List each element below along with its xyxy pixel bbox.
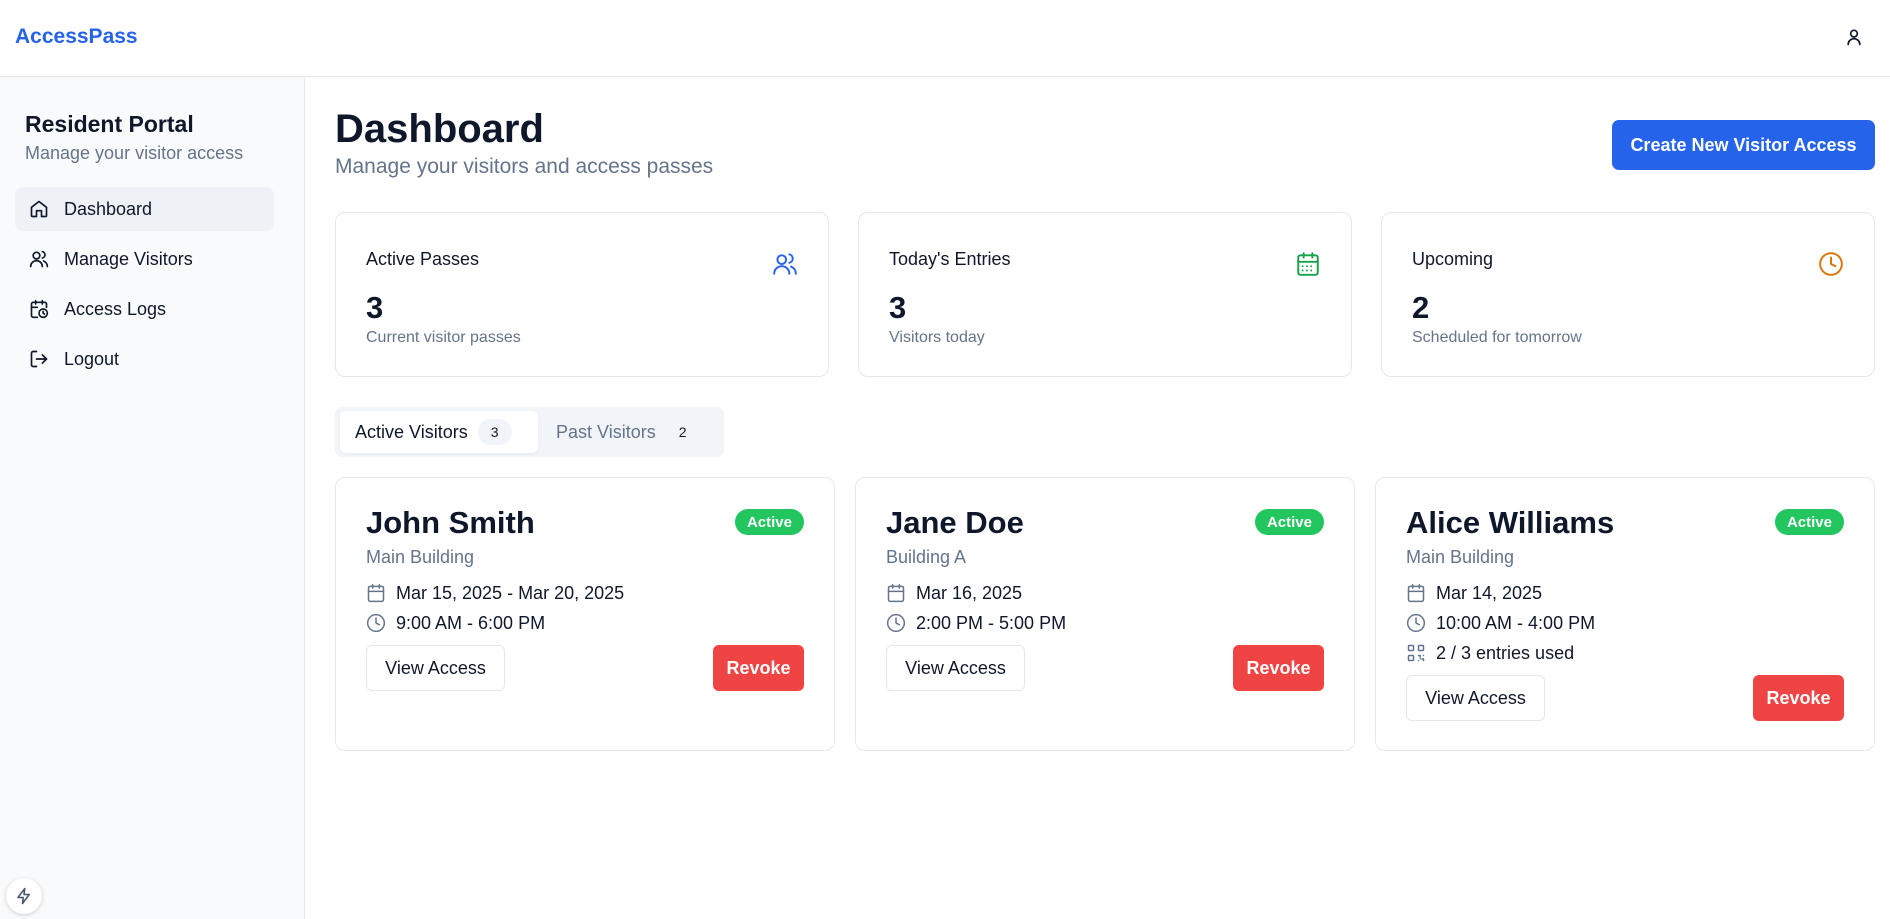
stat-description: Current visitor passes [366,329,521,346]
sidebar: Resident Portal Manage your visitor acce… [0,77,305,919]
sidebar-item-label: Dashboard [64,198,153,219]
stat-description: Visitors today [889,329,985,346]
visitor-card: John Smith Main Building Active Mar 15, … [335,477,835,751]
page-title: Dashboard [335,107,544,151]
tab-count-badge: 3 [477,419,512,445]
user-icon[interactable] [1842,24,1866,50]
sidebar-item-label: Manage Visitors [64,248,193,269]
home-icon [30,200,48,218]
sidebar-subtitle: Manage your visitor access [25,143,244,163]
tab-count-badge: 2 [678,424,687,440]
sidebar-title: Resident Portal [25,111,194,137]
bolt-icon[interactable] [6,878,42,914]
status-badge: Active [1254,509,1324,535]
tab-label: Active Visitors [355,421,468,442]
sidebar-item-access-logs[interactable]: Access Logs [15,287,274,331]
visitor-location: Building A [886,547,967,567]
visitor-name: John Smith [366,505,535,540]
visitor-name: Jane Doe [886,505,1024,540]
page-subtitle: Manage your visitors and access passes [335,155,714,178]
sidebar-item-label: Access Logs [64,298,167,319]
stat-label: Today's Entries [889,249,1011,269]
calendar-icon [367,583,385,603]
clock-icon [1819,252,1843,276]
stat-card-active-passes: Active Passes 3 Current visitor passes [335,212,829,377]
sidebar-item-logout[interactable]: Logout [15,337,274,381]
revoke-button[interactable]: Revoke [713,645,804,691]
visitor-entries-row: 2 / 3 entries used [1406,641,1574,665]
status-badge: Active [1774,509,1844,535]
stat-value: 3 [366,290,384,325]
status-badge: Active [734,509,804,535]
visitor-date-row: Mar 15, 2025 - Mar 20, 2025 [366,581,624,605]
users-icon [773,253,797,275]
brand-logo[interactable]: AccessPass [15,25,138,49]
clock-icon [1406,613,1426,633]
calendar-clock-icon [30,299,49,319]
stat-card-todays-entries: Today's Entries 3 Visitors today [858,212,1352,377]
visitor-time-row: 9:00 AM - 6:00 PM [366,611,545,635]
stat-label: Upcoming [1412,249,1494,269]
calendar-icon [1407,583,1425,603]
visitor-card: Jane Doe Building A Active Mar 16, 2025 … [855,477,1355,751]
visitor-time-row: 10:00 AM - 4:00 PM [1406,611,1595,635]
revoke-button[interactable]: Revoke [1753,675,1844,721]
stat-value: 3 [889,290,907,325]
users-icon [29,250,49,268]
sidebar-item-dashboard[interactable]: Dashboard [15,187,274,231]
clock-icon [366,613,386,633]
view-access-button[interactable]: View Access [1406,675,1545,721]
visitor-date-row: Mar 16, 2025 [886,581,1022,605]
sidebar-item-label: Logout [64,348,120,369]
stat-value: 2 [1412,290,1430,325]
tab-label: Past Visitors [556,421,656,442]
visitor-time-row: 2:00 PM - 5:00 PM [886,611,1066,635]
view-access-button[interactable]: View Access [886,645,1025,691]
clock-icon [886,613,906,633]
visitor-location: Main Building [366,547,475,567]
qr-code-icon [1407,644,1425,662]
top-bar: AccessPass [0,0,1890,77]
stat-label: Active Passes [366,249,480,269]
logout-icon [30,350,48,368]
calendar-icon [887,583,905,603]
visitor-time: 10:00 AM - 4:00 PM [1436,612,1596,633]
visitor-location: Main Building [1406,547,1515,567]
visitor-entries: 2 / 3 entries used [1436,642,1575,663]
visitor-date: Mar 15, 2025 - Mar 20, 2025 [396,582,625,603]
visitor-time: 9:00 AM - 6:00 PM [396,612,546,633]
revoke-button[interactable]: Revoke [1233,645,1324,691]
visitor-date-row: Mar 14, 2025 [1406,581,1542,605]
visitor-date: Mar 16, 2025 [916,582,1023,603]
sidebar-nav: Dashboard Manage Visitors Access Logs Lo… [15,187,274,387]
visitor-tabs: Active Visitors 3 Past Visitors 2 [335,407,724,457]
calendar-icon [1297,252,1319,276]
visitor-time: 2:00 PM - 5:00 PM [916,612,1067,633]
visitor-name: Alice Williams [1406,505,1615,540]
tab-active-visitors[interactable]: Active Visitors 3 [340,411,538,453]
stat-description: Scheduled for tomorrow [1412,329,1582,346]
visitor-date: Mar 14, 2025 [1436,582,1543,603]
tab-past-visitors[interactable]: Past Visitors 2 [538,411,718,453]
visitor-card: Alice Williams Main Building Active Mar … [1375,477,1875,751]
stat-card-upcoming: Upcoming 2 Scheduled for tomorrow [1381,212,1875,377]
view-access-button[interactable]: View Access [366,645,505,691]
sidebar-item-manage-visitors[interactable]: Manage Visitors [15,237,274,281]
create-visitor-access-button[interactable]: Create New Visitor Access [1612,120,1875,170]
